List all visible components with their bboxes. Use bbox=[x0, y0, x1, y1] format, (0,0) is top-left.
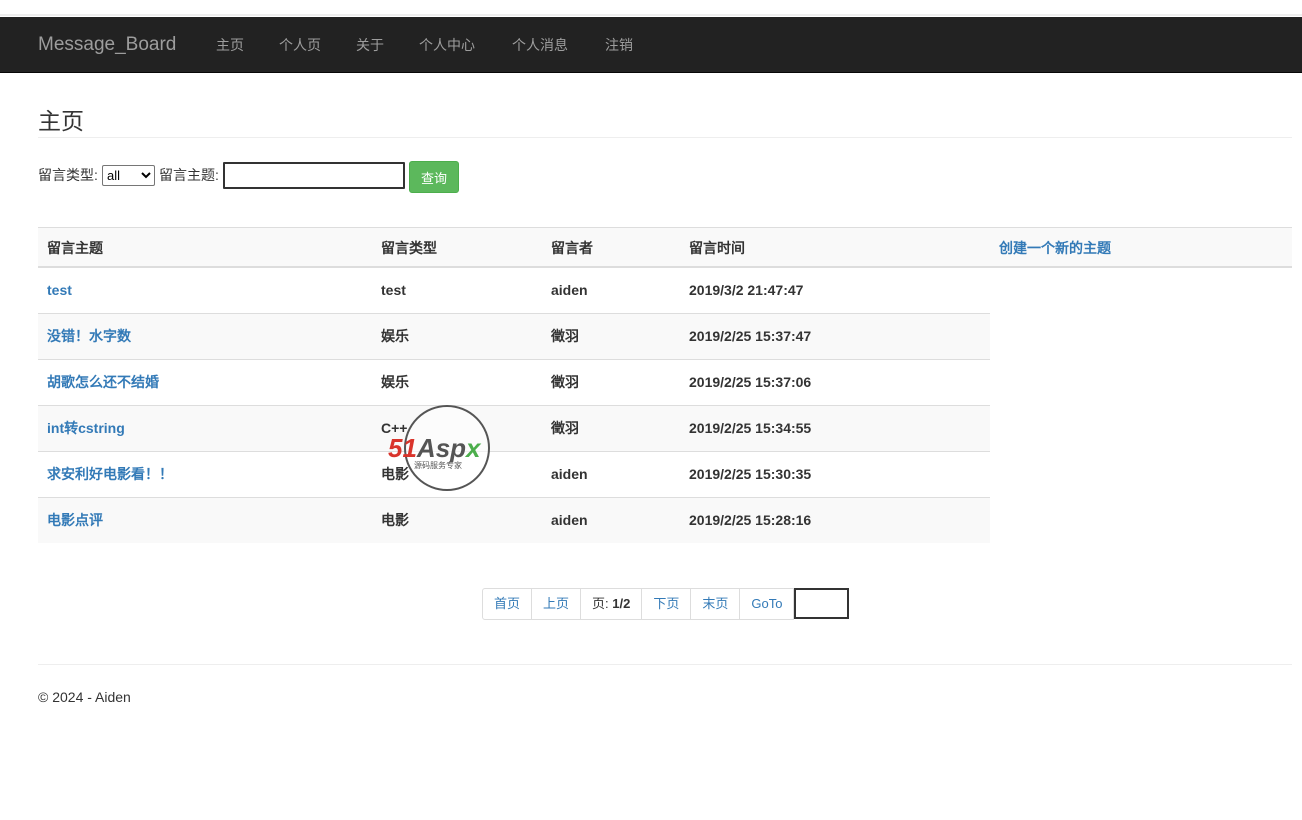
table-row: 胡歌怎么还不结婚 娱乐 徵羽 2019/2/25 15:37:06 bbox=[38, 359, 990, 405]
topic-input[interactable] bbox=[223, 162, 405, 189]
nav-logout[interactable]: 注销 bbox=[605, 36, 633, 54]
topic-link[interactable]: 求安利好电影看！！ bbox=[47, 466, 173, 482]
pager-last[interactable]: 末页 bbox=[690, 588, 741, 620]
navbar: Message_Board 主页 个人页 关于 个人中心 个人消息 注销 bbox=[0, 17, 1302, 73]
pager-prev[interactable]: 上页 bbox=[531, 588, 582, 620]
row-type: 娱乐 bbox=[381, 328, 409, 344]
table-row: 求安利好电影看！！ 电影 aiden 2019/2/25 15:30:35 bbox=[38, 451, 990, 497]
watermark-logo: 51Aspx 源码服务专家 bbox=[388, 405, 490, 491]
watermark-text: 51Aspx bbox=[388, 433, 482, 463]
nav-about[interactable]: 关于 bbox=[356, 36, 384, 54]
row-type: 娱乐 bbox=[381, 374, 409, 390]
nav-messages[interactable]: 个人消息 bbox=[512, 36, 568, 54]
type-label: 留言类型: bbox=[38, 167, 98, 183]
page-title: 主页 bbox=[38, 108, 84, 134]
topic-link[interactable]: test bbox=[47, 282, 72, 298]
nav-personal-page[interactable]: 个人页 bbox=[279, 36, 321, 54]
row-author: aiden bbox=[551, 282, 588, 298]
header-type: 留言类型 bbox=[381, 240, 437, 256]
row-author: aiden bbox=[551, 512, 588, 528]
row-time: 2019/3/2 21:47:47 bbox=[689, 282, 804, 298]
row-author: 徵羽 bbox=[551, 328, 579, 344]
query-button[interactable]: 查询 bbox=[409, 161, 459, 193]
row-author: 徵羽 bbox=[551, 374, 579, 390]
topic-link[interactable]: 胡歌怎么还不结婚 bbox=[47, 374, 159, 390]
title-divider bbox=[38, 137, 1292, 138]
row-author: aiden bbox=[551, 466, 588, 482]
pager-goto[interactable]: GoTo bbox=[739, 588, 795, 620]
table-header: 留言主题 留言类型 留言者 留言时间 创建一个新的主题 bbox=[38, 227, 1292, 268]
create-topic-link[interactable]: 创建一个新的主题 bbox=[999, 240, 1111, 257]
table-row: 电影点评 电影 aiden 2019/2/25 15:28:16 bbox=[38, 497, 990, 543]
row-time: 2019/2/25 15:30:35 bbox=[689, 466, 812, 482]
pager-first[interactable]: 首页 bbox=[482, 588, 533, 620]
footer-divider bbox=[38, 664, 1292, 665]
pager-info: 页: 1/2 bbox=[580, 588, 643, 620]
footer-copyright: © 2024 - Aiden bbox=[38, 689, 131, 705]
row-time: 2019/2/25 15:37:06 bbox=[689, 374, 812, 390]
pager-page-label: 页: bbox=[592, 596, 613, 611]
nav-personal-center[interactable]: 个人中心 bbox=[419, 36, 475, 54]
row-type: test bbox=[381, 282, 406, 298]
topic-label: 留言主题: bbox=[159, 167, 219, 183]
row-type: 电影 bbox=[381, 512, 409, 528]
row-time: 2019/2/25 15:37:47 bbox=[689, 328, 812, 344]
type-select[interactable]: all bbox=[102, 165, 155, 186]
brand-link[interactable]: Message_Board bbox=[38, 34, 176, 56]
pagination: 首页 上页 页: 1/2 下页 末页 GoTo bbox=[482, 588, 850, 620]
topic-link[interactable]: 电影点评 bbox=[47, 512, 103, 528]
top-strip bbox=[0, 0, 1302, 16]
topic-link[interactable]: int转cstring bbox=[47, 420, 125, 436]
goto-page-input[interactable] bbox=[794, 588, 850, 619]
header-time: 留言时间 bbox=[689, 240, 745, 256]
table-row: 没错！水字数 娱乐 徵羽 2019/2/25 15:37:47 bbox=[38, 313, 990, 359]
row-time: 2019/2/25 15:28:16 bbox=[689, 512, 812, 528]
nav-home[interactable]: 主页 bbox=[216, 36, 244, 54]
watermark-subtext: 源码服务专家 bbox=[414, 460, 462, 470]
row-time: 2019/2/25 15:34:55 bbox=[689, 420, 812, 436]
header-topic: 留言主题 bbox=[47, 240, 103, 256]
row-author: 徵羽 bbox=[551, 420, 579, 436]
pager-page-value: 1/2 bbox=[612, 596, 631, 611]
topic-link[interactable]: 没错！水字数 bbox=[47, 328, 131, 344]
table-row: test test aiden 2019/3/2 21:47:47 bbox=[38, 267, 990, 313]
pager-next[interactable]: 下页 bbox=[641, 588, 692, 620]
table-row: int转cstring C++ 徵羽 2019/2/25 15:34:55 bbox=[38, 405, 990, 451]
header-author: 留言者 bbox=[551, 240, 593, 256]
